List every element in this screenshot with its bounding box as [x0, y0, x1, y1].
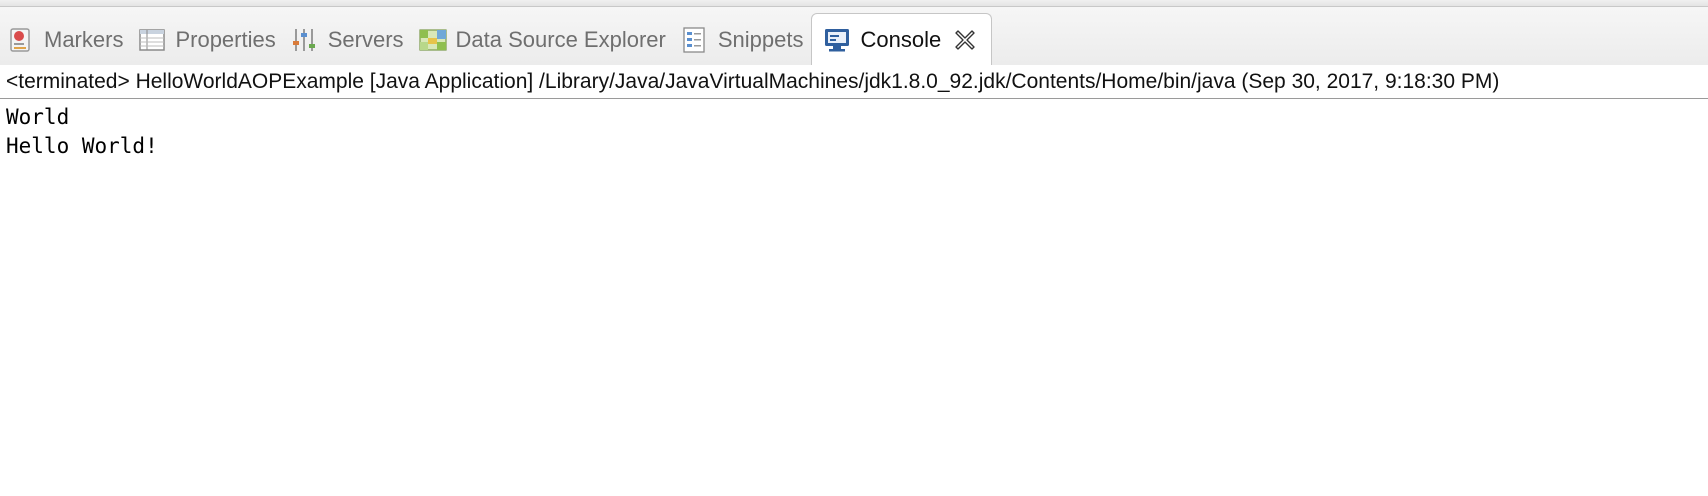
console-icon [822, 25, 852, 55]
tab-markers[interactable]: Markers [0, 15, 131, 65]
console-line: World [6, 105, 70, 129]
tab-data-source-explorer-label: Data Source Explorer [455, 27, 666, 52]
tab-servers[interactable]: Servers [284, 15, 412, 65]
console-view-window: Markers Properties Servers Data Source E… [0, 0, 1708, 496]
view-tab-bar: Markers Properties Servers Data Source E… [0, 7, 1708, 65]
tab-console-label: Console [860, 26, 942, 52]
tab-data-source-explorer[interactable]: Data Source Explorer [412, 15, 674, 65]
tab-properties-label: Properties [175, 27, 276, 52]
servers-icon [290, 25, 320, 55]
close-icon[interactable] [953, 28, 977, 52]
tab-console[interactable]: Console [811, 13, 993, 65]
console-status-line: <terminated> HelloWorldAOPExample [Java … [0, 65, 1708, 99]
tab-servers-label: Servers [327, 27, 404, 52]
data-source-explorer-icon [418, 25, 448, 55]
tab-properties[interactable]: Properties [131, 15, 283, 65]
tab-snippets-label: Snippets [717, 27, 804, 52]
window-top-edge [0, 0, 1708, 7]
console-line: Hello World! [6, 134, 158, 158]
properties-icon [137, 25, 167, 55]
markers-icon [6, 25, 36, 55]
tab-snippets[interactable]: Snippets [674, 15, 812, 65]
snippets-icon [680, 25, 710, 55]
console-output[interactable]: World Hello World! [0, 100, 1708, 496]
tab-markers-label: Markers [44, 27, 124, 52]
